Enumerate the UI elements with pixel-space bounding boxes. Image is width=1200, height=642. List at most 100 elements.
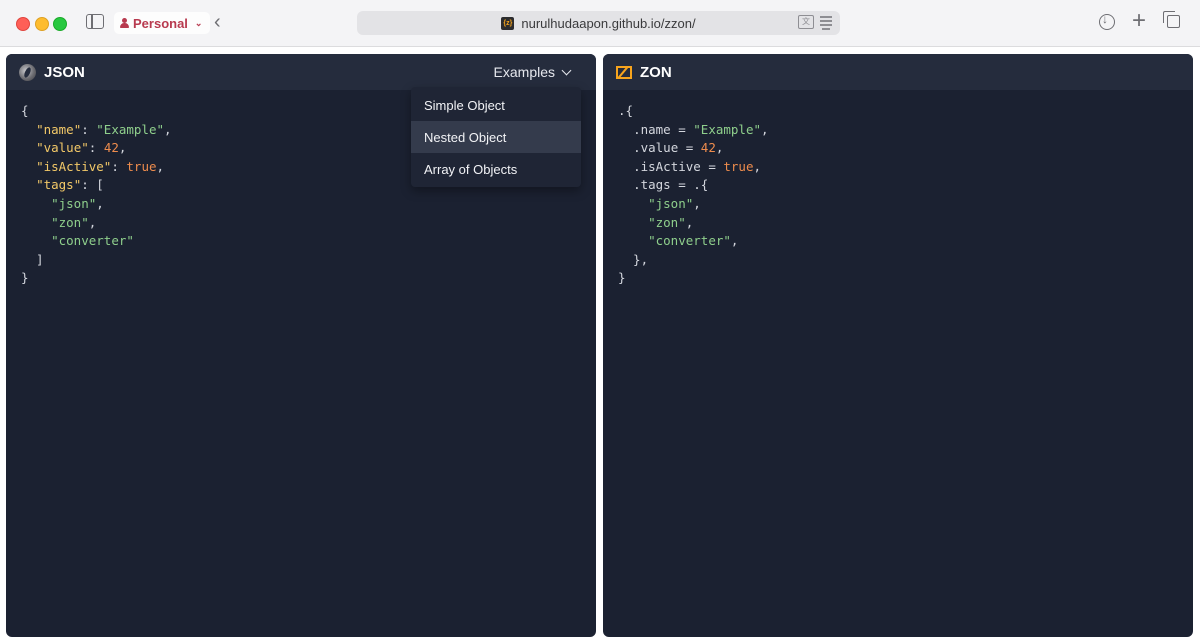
examples-menu: Simple Object Nested Object Array of Obj… (411, 87, 581, 187)
zon-panel-title: ZON (640, 63, 672, 81)
json-panel-title: JSON (44, 63, 85, 81)
code-token: , (88, 214, 97, 230)
address-bar[interactable]: {z} nurulhudaapon.github.io/zzon/ 文 (357, 11, 840, 35)
code-token: "json" (51, 195, 97, 211)
code-token: true (723, 158, 754, 174)
menu-item-simple-object[interactable]: Simple Object (411, 89, 581, 121)
right-code-line: .tags = .{ (618, 176, 1178, 195)
code-token: , (96, 195, 104, 211)
code-token: .isActive (633, 158, 701, 174)
code-token: , (156, 158, 165, 174)
code-token: .value (633, 140, 679, 156)
code-token: , (715, 140, 724, 156)
code-token: "zon" (648, 214, 686, 230)
examples-label: Examples (493, 64, 555, 80)
zon-panel: ZON .{ .name = "Example", .value = 42, .… (603, 54, 1193, 637)
code-token: .tags (633, 177, 671, 193)
tab-overview-icon[interactable] (1163, 11, 1180, 28)
code-token: } (618, 270, 626, 286)
right-code-line: "zon", (618, 214, 1178, 233)
code-token: = (678, 140, 701, 156)
code-token: "value" (36, 140, 89, 156)
code-token: = (700, 158, 724, 174)
code-token: "converter" (648, 233, 731, 249)
code-token: "tags" (36, 177, 82, 193)
reader-mode-icon[interactable] (820, 15, 832, 30)
right-code-line: .value = 42, (618, 139, 1178, 158)
site-favicon-icon: {z} (501, 16, 515, 30)
code-token: , (761, 121, 769, 137)
code-token: "json" (648, 195, 694, 211)
chevron-down-icon: ⌄ (194, 17, 203, 28)
new-tab-icon[interactable]: + (1132, 7, 1146, 35)
left-code-line: } (21, 269, 581, 288)
code-token: "isActive" (36, 158, 112, 174)
right-code-line: .isActive = true, (618, 158, 1178, 177)
right-code-line: .name = "Example", (618, 121, 1178, 140)
code-token: "zon" (51, 214, 89, 230)
examples-dropdown-button[interactable]: Examples (493, 54, 572, 90)
code-token: "Example" (693, 121, 762, 137)
code-token: : (88, 140, 104, 156)
code-token: "name" (36, 121, 82, 137)
code-token: = .{ (670, 177, 709, 193)
right-code-line: } (618, 269, 1178, 288)
code-token: }, (618, 251, 649, 267)
code-token: , (118, 140, 127, 156)
back-arrow-icon[interactable]: ‹ (214, 11, 221, 34)
app-page: JSON Examples { "name": "Example", "valu… (0, 47, 1200, 642)
code-token: , (693, 195, 701, 211)
menu-item-nested-object[interactable]: Nested Object (411, 121, 581, 153)
code-token: } (21, 270, 29, 286)
minimize-window-button[interactable] (35, 17, 49, 31)
json-logo-icon (19, 63, 36, 81)
left-code-line: "converter" (21, 232, 581, 251)
json-panel-header: JSON Examples (6, 54, 596, 90)
zoom-window-button[interactable] (53, 17, 67, 31)
code-token: , (730, 233, 739, 249)
code-token: .{ (618, 103, 634, 118)
code-token: .name (633, 121, 671, 137)
code-token: 42 (700, 140, 716, 156)
code-token: "Example" (96, 121, 165, 137)
right-code-line: }, (618, 251, 1178, 270)
menu-item-array-of-objects[interactable]: Array of Objects (411, 153, 581, 185)
zon-output[interactable]: .{ .name = "Example", .value = 42, .isAc… (603, 90, 1193, 300)
code-token: , (164, 121, 172, 137)
left-code-line: "zon", (21, 214, 581, 233)
code-token: : [ (81, 177, 104, 193)
right-code-line: "json", (618, 195, 1178, 214)
left-code-line: "json", (21, 195, 581, 214)
profile-switcher[interactable]: Personal ⌄ (114, 12, 211, 34)
right-code-line: "converter", (618, 232, 1178, 251)
url-text: nurulhudaapon.github.io/zzon/ (521, 15, 696, 31)
code-token: = (670, 121, 694, 137)
browser-titlebar: Personal ⌄ ‹ {z} nurulhudaapon.github.io… (0, 0, 1200, 47)
left-code-line: ] (21, 251, 581, 270)
code-token: , (685, 214, 694, 230)
close-window-button[interactable] (16, 17, 30, 31)
downloads-icon[interactable] (1099, 12, 1115, 30)
code-token: : (81, 121, 97, 137)
sidebar-toggle-icon[interactable] (86, 14, 104, 29)
translate-icon[interactable]: 文 (798, 15, 814, 29)
code-token: "converter" (51, 233, 134, 249)
code-token: ] (21, 251, 44, 267)
zon-panel-header: ZON (603, 54, 1193, 90)
code-token: true (126, 158, 157, 174)
right-code-line: .{ (618, 102, 1178, 121)
